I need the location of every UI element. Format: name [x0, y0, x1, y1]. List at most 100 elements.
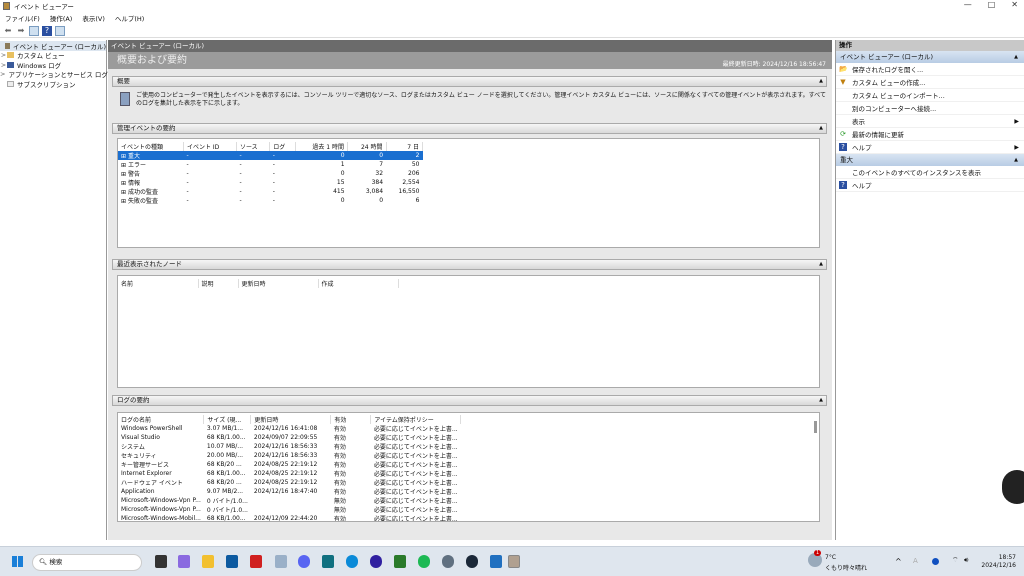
expand-icon[interactable]: ⊞ — [121, 180, 128, 187]
section-admin-events-header[interactable]: 管理イベントの要約 ▲ — [112, 123, 827, 134]
table-row[interactable]: キー管理サービス 68 KB/20 ... 2024/08/25 22:19:12 有… — [118, 460, 461, 469]
column-header[interactable]: 名前 — [118, 279, 199, 288]
action-item[interactable]: カスタム ビューのインポート... — [836, 89, 1024, 102]
column-header[interactable]: 作成 — [318, 279, 399, 288]
column-header[interactable]: 更新日時 — [250, 415, 332, 424]
expand-icon[interactable]: ⊞ — [121, 171, 128, 178]
section-overview-header[interactable]: 概要 ▲ — [112, 76, 827, 87]
table-row[interactable]: ⊞ 重大 - - -0 0 2 — [118, 151, 423, 160]
table-row[interactable]: Microsoft-Windows-Vpn P... 0 バイト/1.0... 無効… — [118, 505, 461, 514]
table-row[interactable]: ⊞ エラー - - -1 7 50 — [118, 160, 423, 169]
action-item[interactable]: 別のコンピューターへ接続... — [836, 102, 1024, 115]
chevron-up-icon[interactable]: ^ — [895, 557, 902, 566]
spotify-icon[interactable] — [418, 555, 430, 568]
column-header[interactable]: ログの名前 — [118, 415, 205, 424]
column-header[interactable]: アイテム保持ポリシー — [370, 415, 462, 424]
app-icon[interactable] — [275, 555, 287, 568]
table-row[interactable]: Microsoft-Windows-Vpn P... 0 バイト/1.0... 無効… — [118, 496, 461, 505]
show-hide-tree-icon[interactable] — [29, 25, 39, 36]
minecraft-icon[interactable] — [394, 555, 406, 568]
app-icon[interactable] — [490, 555, 502, 568]
collapse-icon[interactable]: ▲ — [1014, 51, 1018, 63]
tree-item-custom-views[interactable]: > カスタム ビュー — [0, 51, 106, 60]
store-icon[interactable] — [226, 555, 238, 568]
column-header[interactable]: イベント ID — [183, 142, 237, 151]
app-icon[interactable] — [370, 555, 382, 568]
app-tray-icon[interactable] — [932, 558, 939, 565]
expand-icon[interactable]: ⊞ — [121, 153, 128, 160]
collapse-icon[interactable]: ▲ — [819, 124, 823, 133]
actions-section-critical[interactable]: 重大 ▲ — [836, 154, 1024, 166]
action-item[interactable]: 📂 保存されたログを開く... — [836, 63, 1024, 76]
menu-view[interactable]: 表示(V) — [82, 13, 105, 23]
menu-help[interactable]: ヘルプ(H) — [115, 13, 144, 23]
actions-section-event-viewer[interactable]: イベント ビューアー (ローカル) ▲ — [836, 51, 1024, 63]
expand-icon[interactable]: ⊞ — [121, 162, 128, 169]
collapse-icon[interactable]: ▲ — [1014, 154, 1018, 166]
action-item[interactable]: ? ヘルプ — [836, 179, 1024, 192]
collapse-icon[interactable]: ▲ — [819, 260, 823, 269]
app-icon[interactable] — [322, 555, 334, 568]
table-row[interactable]: Application 9.07 MB/2... 2024/12/16 18:47:… — [118, 487, 461, 496]
column-header[interactable]: 過去 1 時間 — [295, 142, 349, 151]
settings-icon[interactable] — [442, 555, 454, 568]
table-row[interactable]: ⊞ 情報 - - -15 384 2,554 — [118, 178, 423, 187]
tree-item-app-service-logs[interactable]: > アプリケーションとサービス ログ — [0, 70, 108, 79]
tree-item-subscriptions[interactable]: サブスクリプション — [0, 79, 106, 89]
tree-item-event-viewer-local[interactable]: イベント ビューアー (ローカル) — [0, 41, 106, 51]
table-row[interactable]: セキュリティ 20.00 MB/... 2024/12/16 18:56:33 有効 必… — [118, 451, 461, 460]
column-header[interactable]: 更新日時 — [238, 279, 319, 288]
table-row[interactable]: ⊞ 警告 - - -0 32 206 — [118, 169, 423, 178]
app-icon[interactable] — [155, 555, 167, 568]
menu-file[interactable]: ファイル(F) — [5, 13, 40, 23]
table-row[interactable]: ハードウェア イベント 68 KB/20 ... 2024/08/25 22:19:… — [118, 478, 461, 487]
collapse-icon[interactable]: ▲ — [819, 77, 823, 86]
maximize-button[interactable]: □ — [988, 0, 996, 9]
search-box[interactable]: 🔍︎ 検索 — [32, 554, 142, 571]
back-icon[interactable]: ⬅ — [3, 26, 13, 36]
wifi-icon[interactable]: ⌔ — [952, 556, 959, 565]
table-row[interactable]: Visual Studio 68 KB/1.00... 2024/09/07 22:… — [118, 433, 461, 442]
minimize-button[interactable]: — — [964, 0, 972, 9]
action-item[interactable]: ? ヘルプ ▶ — [836, 141, 1024, 154]
table-row[interactable]: ⊞ 失敗の監査 - - -0 0 6 — [118, 196, 423, 205]
steam-icon[interactable] — [466, 555, 478, 568]
column-header[interactable]: イベントの種類 — [118, 142, 184, 151]
column-header[interactable]: サイズ (現... — [203, 415, 252, 424]
weather-icon[interactable]: 1 — [808, 550, 822, 567]
help-icon[interactable]: ? — [42, 25, 52, 36]
file-explorer-icon[interactable] — [202, 555, 214, 568]
close-button[interactable]: ✕ — [1011, 0, 1018, 9]
expand-icon[interactable]: ⊞ — [121, 198, 128, 205]
action-item[interactable]: ▼ カスタム ビューの作成... — [836, 76, 1024, 89]
column-header[interactable]: 説明 — [198, 279, 239, 288]
floating-widget-icon[interactable] — [1002, 470, 1024, 504]
ime-icon[interactable]: A — [913, 557, 918, 565]
tree-item-windows-logs[interactable]: > Windows ログ — [0, 60, 106, 70]
edge-icon[interactable] — [346, 555, 358, 568]
chevron-right-icon[interactable]: > — [0, 61, 7, 69]
action-item[interactable]: このイベントのすべてのインスタンスを表示 — [836, 166, 1024, 179]
scrollbar[interactable] — [814, 421, 817, 433]
table-row[interactable]: システム 10.07 MB/... 2024/12/16 18:56:33 有効 必要に… — [118, 442, 461, 451]
forward-icon[interactable]: ➡ — [16, 26, 26, 36]
table-row[interactable]: ⊞ 成功の監査 - - -415 3,084 16,550 — [118, 187, 423, 196]
table-row[interactable]: Internet Explorer 68 KB/1.00... 2024/08/25… — [118, 469, 461, 478]
clock[interactable]: 18:57 2024/12/16 — [981, 554, 1016, 570]
event-viewer-taskbar-icon[interactable] — [508, 555, 520, 568]
menu-action[interactable]: 操作(A) — [50, 13, 73, 23]
collapse-icon[interactable]: ▲ — [819, 396, 823, 405]
section-recent-nodes-header[interactable]: 最近表示されたノード ▲ — [112, 259, 827, 270]
column-header[interactable]: 24 時間 — [347, 142, 387, 151]
table-row[interactable]: Microsoft-Windows-Mobil... 68 KB/1.00... 2… — [118, 514, 461, 521]
chevron-right-icon[interactable]: > — [0, 51, 7, 59]
column-header[interactable]: 7 日 — [386, 142, 424, 151]
chevron-right-icon[interactable]: > — [0, 70, 5, 78]
column-header[interactable]: ソース — [236, 142, 271, 151]
section-log-summary-header[interactable]: ログの要約 ▲ — [112, 395, 827, 406]
column-header[interactable]: ログ — [269, 142, 296, 151]
app-icon[interactable] — [250, 555, 262, 568]
volume-icon[interactable]: 🔊︎ — [964, 556, 968, 565]
copilot-icon[interactable] — [178, 555, 190, 568]
start-icon[interactable] — [12, 556, 23, 567]
